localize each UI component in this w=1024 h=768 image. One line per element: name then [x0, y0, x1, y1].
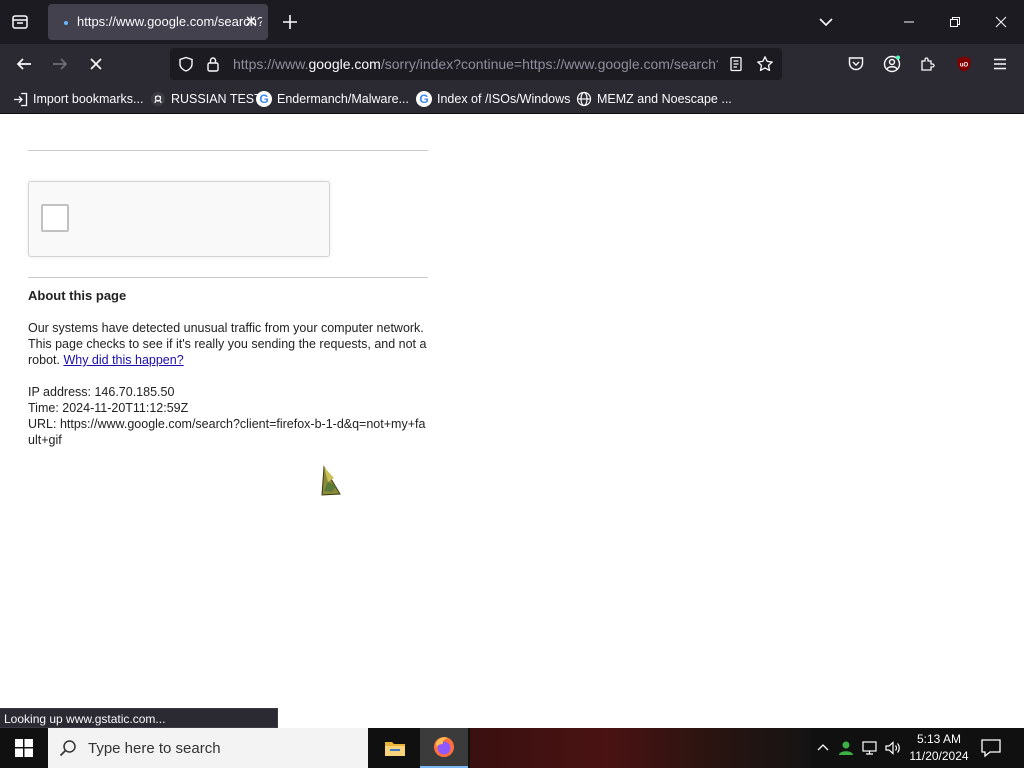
arrow-right-icon	[53, 58, 68, 70]
bookmark-russian-test[interactable]: RUSSIAN TEST	[150, 89, 262, 109]
github-icon	[150, 91, 166, 107]
firefox-taskbar-button[interactable]	[420, 728, 468, 768]
puzzle-piece-icon	[921, 57, 935, 71]
bookmark-endermanch-malware[interactable]: G Endermanch/Malware...	[256, 89, 409, 109]
busy-cursor-icon	[321, 465, 341, 496]
recaptcha-widget	[28, 181, 330, 257]
ip-address-line: IP address: 146.70.185.50	[28, 385, 175, 399]
forward-button[interactable]	[48, 52, 72, 76]
bookmark-label: Endermanch/Malware...	[277, 92, 410, 106]
folder-icon	[385, 742, 405, 756]
divider	[28, 150, 428, 151]
taskbar-clock[interactable]: 5:13 AM 11/20/2024	[904, 731, 974, 765]
url-line: URL: https://www.google.com/search?clien…	[28, 417, 426, 447]
minimize-button[interactable]	[886, 0, 932, 44]
bookmark-index-isos-windows[interactable]: G Index of /ISOs/Windows	[416, 89, 570, 109]
pocket-button[interactable]	[844, 52, 868, 76]
arrow-left-icon	[16, 58, 31, 70]
firefox-icon	[434, 737, 454, 757]
bookmark-label: MEMZ and Noescape ...	[597, 92, 732, 106]
bookmark-star-icon[interactable]	[756, 55, 774, 73]
windows-logo-icon	[15, 739, 33, 757]
url-domain: google.com	[308, 56, 381, 72]
svg-text:uO: uO	[960, 63, 969, 69]
account-button[interactable]	[880, 52, 904, 76]
bookmark-memz-noescape[interactable]: MEMZ and Noescape ...	[576, 89, 732, 109]
restore-icon	[950, 17, 960, 27]
address-bar[interactable]: https://www.google.com/sorry/index?conti…	[170, 48, 782, 80]
lock-icon[interactable]	[206, 56, 220, 72]
file-explorer-taskbar-button[interactable]	[371, 728, 419, 768]
firefox-view-button[interactable]	[8, 10, 32, 34]
why-did-this-happen-link[interactable]: Why did this happen?	[63, 353, 183, 367]
list-all-tabs-icon[interactable]	[816, 12, 836, 32]
show-hidden-icons-button[interactable]	[813, 738, 833, 758]
close-tab-icon[interactable]	[244, 14, 258, 28]
bookmark-label: RUSSIAN TEST	[171, 92, 262, 106]
tracking-protection-shield-icon[interactable]	[178, 56, 194, 72]
user-status-icon	[839, 741, 853, 755]
bookmarks-toolbar: Import bookmarks... RUSSIAN TEST G Ender…	[0, 84, 1024, 114]
back-button[interactable]	[12, 52, 36, 76]
page-content: About this page Our systems have detecte…	[0, 114, 1024, 728]
google-icon: G	[416, 91, 432, 107]
ublock-origin-icon: uO	[957, 56, 971, 72]
url-path: /sorry/index?continue=https://www.google…	[380, 56, 718, 72]
tab-bar: https://www.google.com/search?client=fir…	[0, 0, 1024, 44]
speaker-icon	[885, 741, 900, 755]
desktop-wallpaper-strip	[470, 728, 810, 768]
tab-title: https://www.google.com/search?client=fir…	[77, 14, 262, 29]
tray-user-button[interactable]	[836, 738, 856, 758]
active-tab[interactable]: https://www.google.com/search?client=fir…	[48, 4, 268, 40]
search-icon	[59, 740, 76, 757]
start-button[interactable]	[0, 728, 48, 768]
taskbar-search-box[interactable]: Type here to search	[48, 728, 368, 768]
action-center-icon[interactable]	[980, 738, 1002, 758]
clock-date: 11/20/2024	[909, 749, 969, 763]
url-prefix: https://www.	[233, 56, 309, 72]
recaptcha-checkbox[interactable]	[41, 204, 69, 232]
url-text[interactable]: https://www.google.com/sorry/index?conti…	[233, 56, 718, 72]
extensions-button[interactable]	[916, 52, 940, 76]
close-icon	[995, 16, 1007, 28]
ublock-origin-button[interactable]: uO	[952, 52, 976, 76]
bookmark-label: Import bookmarks...	[33, 92, 144, 106]
hamburger-menu-icon	[994, 58, 1006, 70]
google-icon: G	[256, 91, 272, 107]
pocket-icon	[848, 57, 864, 71]
account-icon	[883, 55, 901, 73]
reader-view-icon[interactable]	[728, 56, 744, 72]
clock-time: 5:13 AM	[916, 732, 962, 746]
network-icon	[862, 741, 877, 755]
about-heading: About this page	[28, 288, 127, 303]
volume-button[interactable]	[883, 738, 903, 758]
app-menu-button[interactable]	[988, 52, 1012, 76]
stop-loading-button[interactable]	[84, 52, 108, 76]
network-button[interactable]	[860, 738, 880, 758]
minimize-icon	[904, 21, 914, 23]
windows-taskbar: Type here to search 5:13 AM 11/20/2024	[0, 728, 1024, 768]
bookmark-label: Index of /ISOs/Windows	[437, 92, 571, 106]
firefox-view-icon	[12, 15, 28, 29]
stop-icon	[90, 58, 102, 70]
status-panel: Looking up www.gstatic.com...	[0, 708, 278, 728]
search-placeholder: Type here to search	[88, 740, 221, 757]
divider	[28, 277, 428, 278]
new-tab-icon[interactable]	[280, 12, 300, 32]
unusual-traffic-message: Our systems have detected unusual traffi…	[28, 320, 430, 368]
bookmark-import[interactable]: Import bookmarks...	[12, 89, 143, 109]
chevron-up-icon	[817, 744, 829, 751]
tab-loading-icon	[64, 21, 68, 25]
time-line: Time: 2024-11-20T11:12:59Z	[28, 401, 189, 415]
globe-icon	[576, 91, 592, 107]
navigation-toolbar: https://www.google.com/sorry/index?conti…	[0, 44, 1024, 84]
import-icon	[12, 91, 28, 107]
restore-button[interactable]	[932, 0, 978, 44]
close-window-button[interactable]	[978, 0, 1024, 44]
